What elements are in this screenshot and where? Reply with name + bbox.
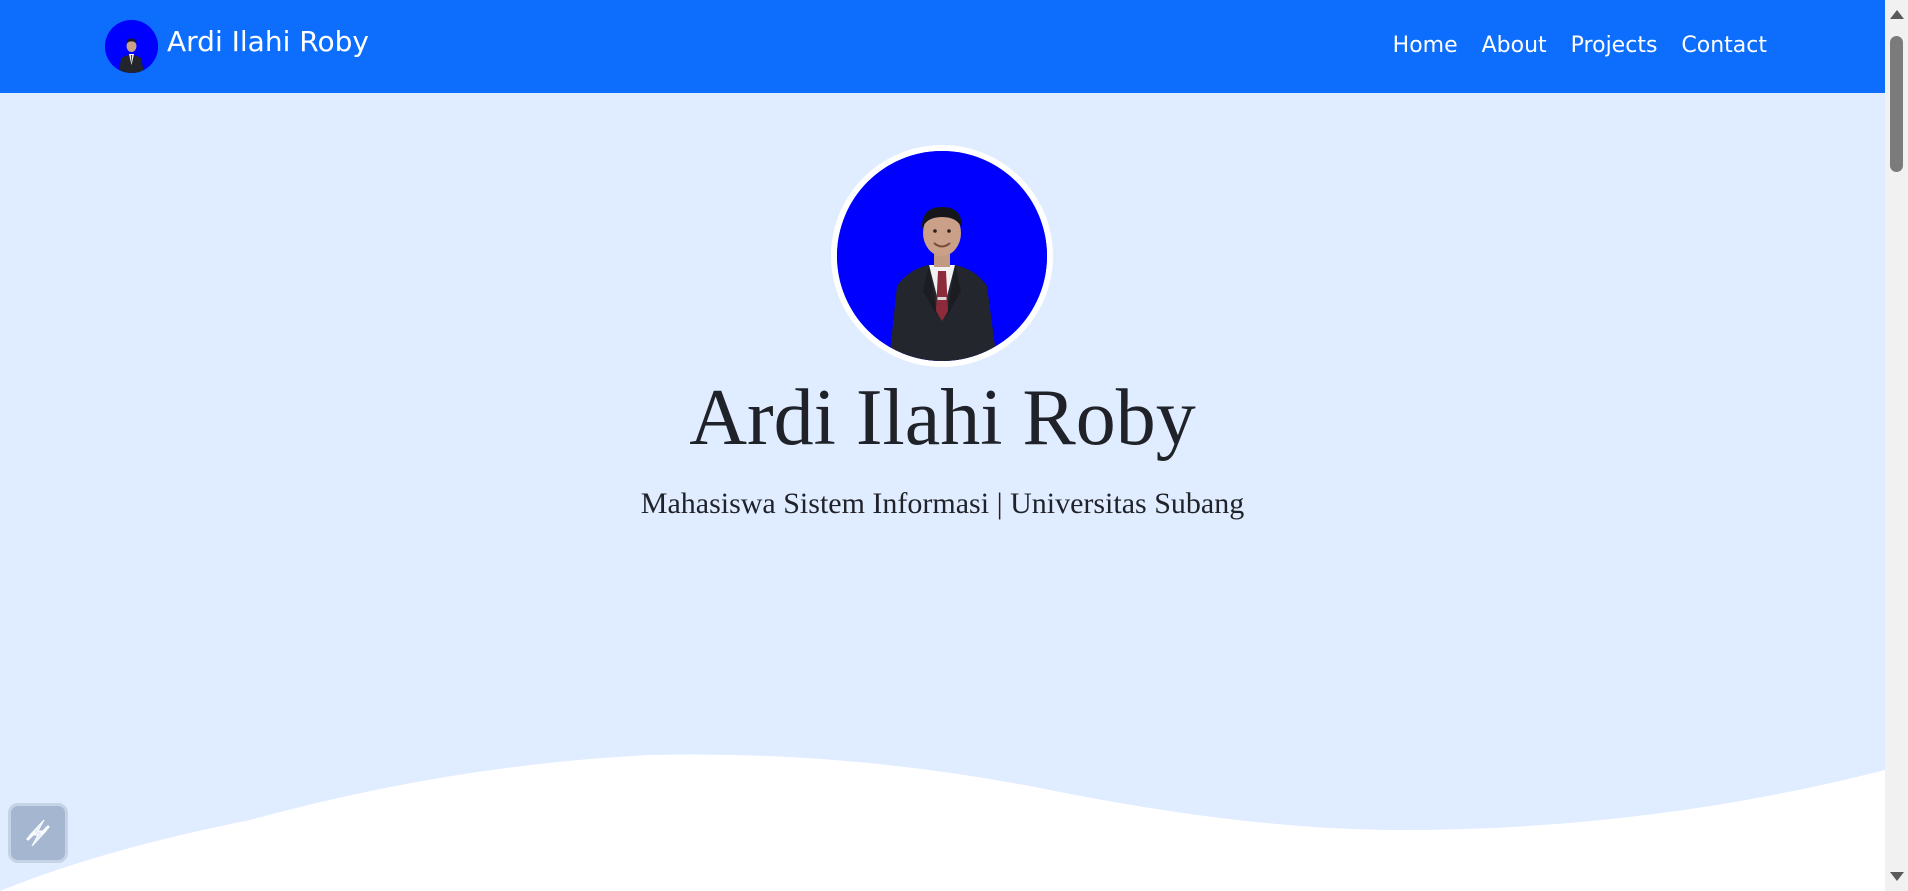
- person-photo-icon: [837, 151, 1047, 361]
- page: Ardi Ilahi Roby Home About Projects Cont…: [0, 0, 1908, 891]
- scroll-up-arrow-icon[interactable]: [1890, 10, 1904, 19]
- nav-link-projects[interactable]: Projects: [1559, 33, 1670, 58]
- wave-divider: [0, 754, 1885, 891]
- hero-subtitle: Mahasiswa Sistem Informasi | Universitas…: [640, 487, 1245, 520]
- brand-link[interactable]: Ardi Ilahi Roby: [105, 20, 369, 73]
- lightning-bolt-icon: [26, 819, 50, 847]
- navbar: Ardi Ilahi Roby Home About Projects Cont…: [0, 0, 1885, 93]
- brand-name: Ardi Ilahi Roby: [167, 24, 369, 58]
- hero-avatar-photo: [837, 151, 1047, 361]
- hero-title: Ardi Ilahi Roby: [689, 374, 1196, 462]
- nav-links: Home About Projects Contact: [1381, 33, 1767, 58]
- hero-avatar: [831, 145, 1053, 367]
- nav-link-about[interactable]: About: [1470, 33, 1559, 58]
- scrollbar[interactable]: [1885, 0, 1908, 891]
- nav-link-home[interactable]: Home: [1381, 33, 1470, 58]
- scroll-down-arrow-icon[interactable]: [1890, 872, 1904, 881]
- floating-widget-button[interactable]: [8, 803, 68, 863]
- scroll-thumb[interactable]: [1890, 36, 1903, 172]
- brand-avatar: [105, 20, 158, 73]
- person-photo-icon: [105, 20, 158, 73]
- nav-link-contact[interactable]: Contact: [1669, 33, 1767, 58]
